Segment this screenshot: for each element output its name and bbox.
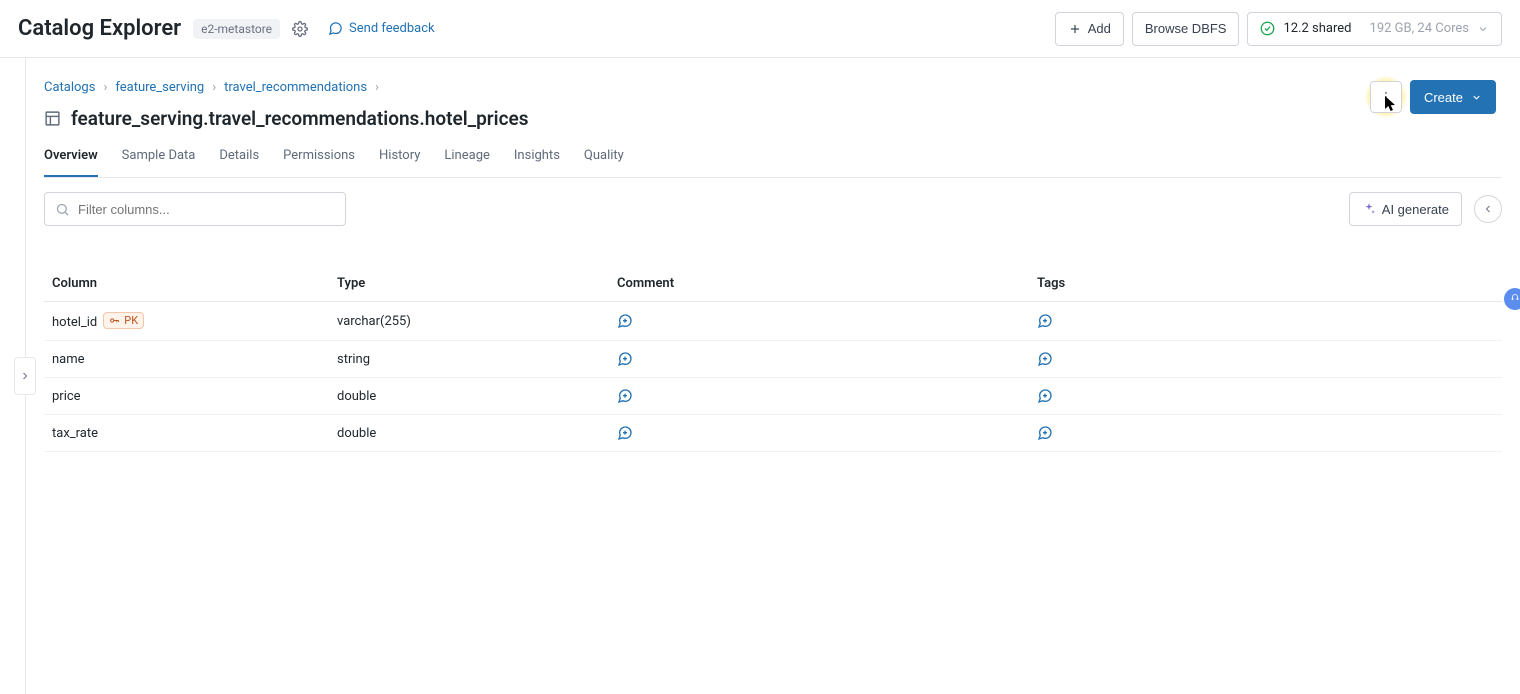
table-header-row: Column Type Comment Tags	[44, 266, 1502, 302]
browse-dbfs-button[interactable]: Browse DBFS	[1132, 12, 1240, 46]
tab-history[interactable]: History	[379, 148, 420, 177]
table-row[interactable]: namestring	[44, 341, 1502, 378]
metastore-badge[interactable]: e2-metastore	[193, 19, 280, 39]
create-button[interactable]: Create	[1410, 80, 1496, 114]
cell-comment	[609, 415, 1029, 452]
header-comment: Comment	[609, 266, 1029, 302]
header-column: Column	[44, 266, 329, 302]
tab-sample-data[interactable]: Sample Data	[122, 148, 196, 177]
crumb-separator: ›	[212, 80, 216, 95]
cluster-selector[interactable]: 12.2 shared 192 GB, 24 Cores	[1247, 12, 1502, 46]
tabs: Overview Sample Data Details Permissions His…	[44, 148, 1502, 178]
cluster-spec: 192 GB, 24 Cores	[1370, 21, 1469, 36]
table-row[interactable]: hotel_idPKvarchar(255)	[44, 302, 1502, 341]
crumb-separator: ›	[375, 80, 379, 95]
kebab-icon	[1379, 90, 1393, 104]
check-circle-icon	[1260, 21, 1275, 36]
feedback-icon	[328, 21, 343, 36]
assistant-badge[interactable]	[1504, 288, 1520, 310]
add-tag-button[interactable]	[1037, 425, 1494, 441]
cell-column-name: price	[44, 378, 329, 415]
page-title: feature_serving.travel_recommendations.h…	[71, 107, 528, 130]
add-comment-button[interactable]	[617, 351, 1021, 367]
pk-badge: PK	[103, 312, 144, 329]
chevron-left-icon	[1482, 203, 1494, 215]
top-header: Catalog Explorer e2-metastore Send feedb…	[0, 0, 1520, 58]
ai-generate-label: AI generate	[1382, 202, 1449, 217]
cell-column-name: name	[44, 341, 329, 378]
tab-insights[interactable]: Insights	[514, 148, 560, 177]
crumb-catalog[interactable]: feature_serving	[115, 80, 204, 95]
columns-table: Column Type Comment Tags hotel_idPKvarch…	[44, 266, 1502, 452]
filter-columns-input-wrapper[interactable]	[44, 192, 346, 226]
ai-generate-button[interactable]: AI generate	[1349, 192, 1462, 226]
gear-icon	[292, 21, 308, 37]
cell-column-name: tax_rate	[44, 415, 329, 452]
page-title-row: feature_serving.travel_recommendations.h…	[44, 107, 1502, 130]
add-comment-button[interactable]	[617, 388, 1021, 404]
cell-type: varchar(255)	[329, 302, 609, 341]
add-tag-button[interactable]	[1037, 313, 1494, 329]
table-row[interactable]: pricedouble	[44, 378, 1502, 415]
cell-comment	[609, 378, 1029, 415]
table-icon	[44, 110, 61, 127]
plus-icon	[1068, 22, 1082, 36]
cell-column-name: hotel_idPK	[44, 302, 329, 341]
tab-lineage[interactable]: Lineage	[444, 148, 490, 177]
header-type: Type	[329, 266, 609, 302]
tab-details[interactable]: Details	[219, 148, 259, 177]
crumb-separator: ›	[103, 80, 107, 95]
chevron-down-icon	[1477, 23, 1489, 35]
cell-comment	[609, 302, 1029, 341]
cell-tags	[1029, 378, 1502, 415]
create-label: Create	[1424, 90, 1463, 105]
add-tag-button[interactable]	[1037, 351, 1494, 367]
cell-tags	[1029, 341, 1502, 378]
cell-comment	[609, 341, 1029, 378]
search-icon	[55, 202, 70, 217]
cell-tags	[1029, 302, 1502, 341]
assistant-icon	[1509, 293, 1520, 305]
collapse-right-panel-button[interactable]	[1474, 195, 1502, 223]
main-content: Create Catalogs › feature_serving › trav…	[26, 58, 1520, 694]
tab-permissions[interactable]: Permissions	[283, 148, 355, 177]
table-row[interactable]: tax_ratedouble	[44, 415, 1502, 452]
crumb-schema[interactable]: travel_recommendations	[224, 80, 367, 95]
add-comment-button[interactable]	[617, 313, 1021, 329]
breadcrumb: Catalogs › feature_serving › travel_reco…	[44, 80, 1502, 95]
sparkle-icon	[1362, 202, 1376, 216]
add-comment-button[interactable]	[617, 425, 1021, 441]
cluster-name: 12.2 shared	[1283, 21, 1351, 36]
cell-type: double	[329, 415, 609, 452]
chevron-down-icon	[1471, 92, 1482, 103]
feedback-label: Send feedback	[349, 21, 435, 36]
add-label: Add	[1088, 21, 1111, 36]
header-tags: Tags	[1029, 266, 1502, 302]
add-tag-button[interactable]	[1037, 388, 1494, 404]
left-panel-collapsed	[0, 58, 26, 694]
app-title: Catalog Explorer	[18, 16, 181, 41]
add-button[interactable]: Add	[1055, 12, 1124, 46]
tab-quality[interactable]: Quality	[584, 148, 624, 177]
toolbar-row: AI generate	[44, 192, 1502, 226]
cell-type: string	[329, 341, 609, 378]
crumb-catalogs[interactable]: Catalogs	[44, 80, 95, 95]
cell-type: double	[329, 378, 609, 415]
page-actions: Create	[1370, 80, 1496, 114]
filter-columns-input[interactable]	[78, 202, 335, 217]
cell-tags	[1029, 415, 1502, 452]
browse-dbfs-label: Browse DBFS	[1145, 21, 1227, 36]
tab-overview[interactable]: Overview	[44, 148, 98, 177]
settings-button[interactable]	[288, 17, 312, 41]
more-actions-button[interactable]	[1370, 81, 1402, 113]
send-feedback-link[interactable]: Send feedback	[328, 21, 435, 36]
